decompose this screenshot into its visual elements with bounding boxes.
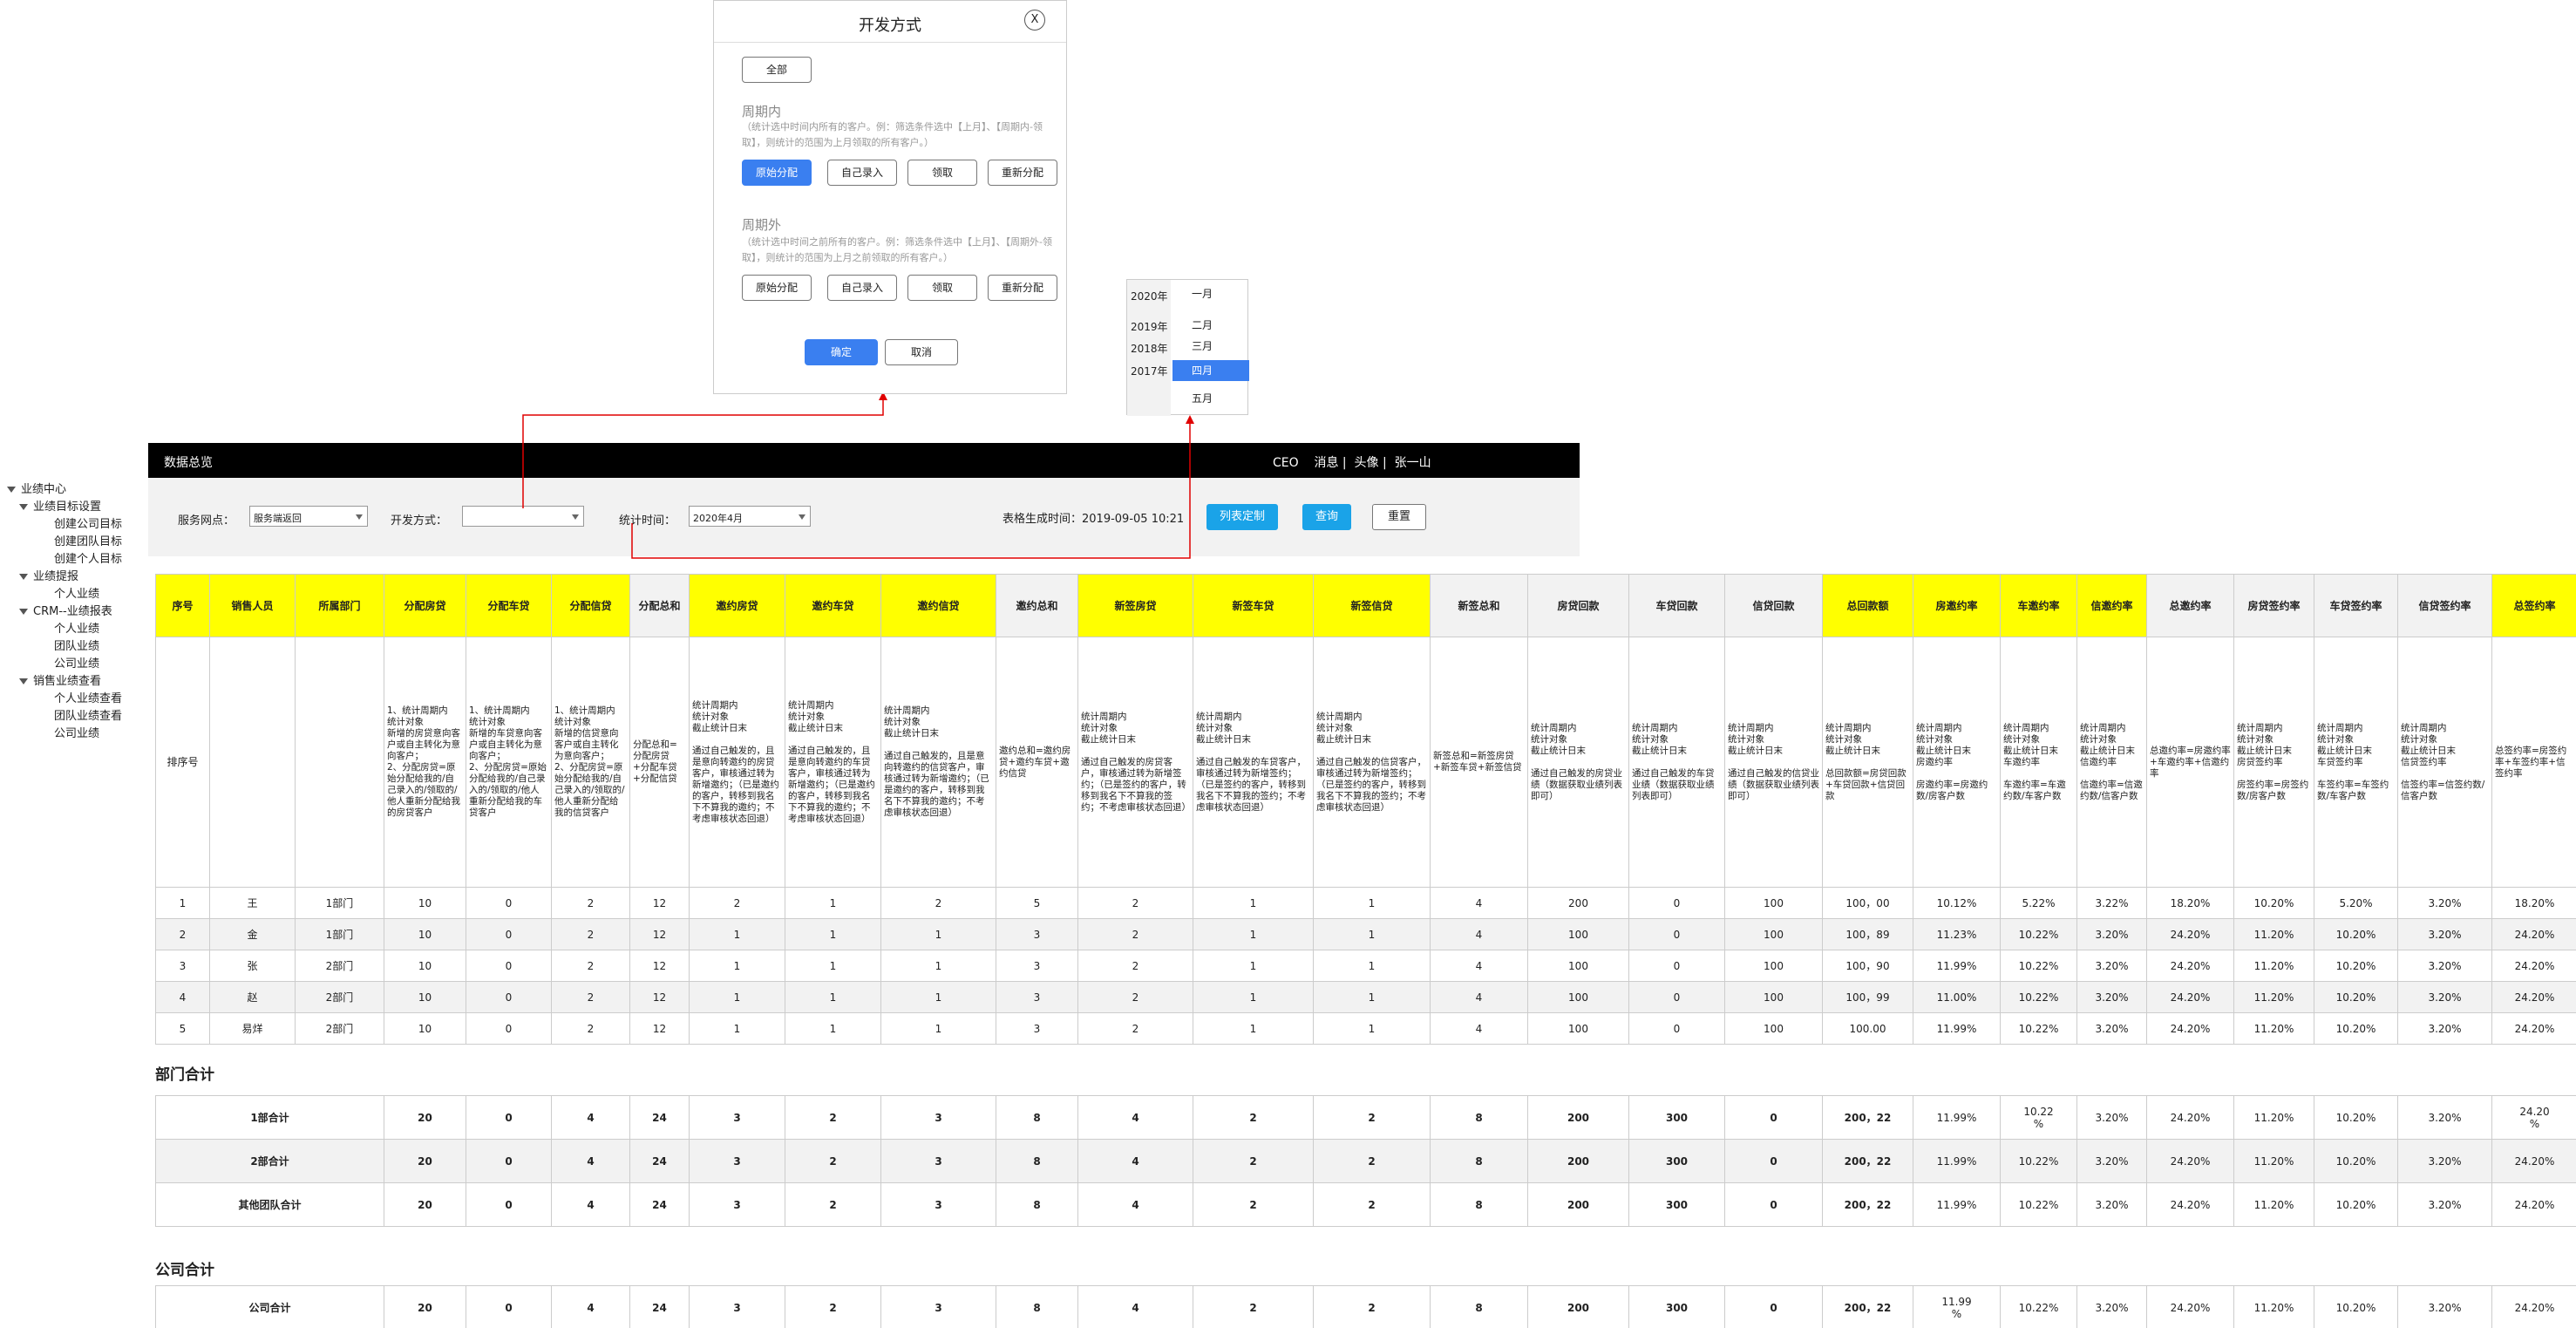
arrow-head-stat-time bbox=[1186, 415, 1194, 424]
month-option-selected[interactable]: 四月 bbox=[1172, 360, 1249, 381]
cancel-button[interactable]: 取消 bbox=[885, 339, 958, 365]
in-period-claim-button[interactable]: 领取 bbox=[907, 160, 977, 186]
out-period-title: 周期外 bbox=[742, 217, 782, 233]
all-button[interactable]: 全部 bbox=[742, 57, 812, 83]
arrow-line-dev-method bbox=[522, 397, 884, 508]
year-option[interactable]: 2018年 bbox=[1131, 341, 1168, 356]
in-period-reassign-button[interactable]: 重新分配 bbox=[988, 160, 1057, 186]
in-period-desc: （统计选中时间内所有的客户。例：筛选条件选中【上月】、【周期内-领取】，则统计的… bbox=[742, 121, 1043, 148]
annotation-arrows bbox=[522, 392, 1194, 559]
year-column: 2020年 2019年 2018年 2017年 bbox=[1127, 280, 1171, 416]
in-period-original-button[interactable]: 原始分配 bbox=[742, 160, 812, 186]
month-option[interactable]: 一月 bbox=[1172, 283, 1249, 304]
out-period-claim-button[interactable]: 领取 bbox=[907, 275, 977, 301]
in-period-self-entry-button[interactable]: 自己录入 bbox=[827, 160, 897, 186]
year-option[interactable]: 2020年 bbox=[1131, 289, 1168, 303]
year-option[interactable]: 2019年 bbox=[1131, 319, 1168, 334]
month-option[interactable]: 三月 bbox=[1172, 336, 1249, 357]
dev-method-dialog: 开发方式 X 全部 周期内 （统计选中时间内所有的客户。例：筛选条件选中【上月】… bbox=[713, 0, 1067, 394]
out-period-reassign-button[interactable]: 重新分配 bbox=[988, 275, 1057, 301]
out-period-self-entry-button[interactable]: 自己录入 bbox=[827, 275, 897, 301]
dialog-title: 开发方式 bbox=[859, 17, 921, 35]
month-option[interactable]: 二月 bbox=[1172, 315, 1249, 336]
arrow-line-stat-time bbox=[631, 420, 1191, 559]
confirm-button[interactable]: 确定 bbox=[805, 339, 878, 365]
dialog-divider bbox=[714, 42, 1066, 43]
year-option[interactable]: 2017年 bbox=[1131, 364, 1168, 378]
month-option[interactable]: 五月 bbox=[1172, 388, 1249, 409]
month-picker: 2020年 2019年 2018年 2017年 一月 二月 三月 四月 五月 bbox=[1126, 279, 1249, 416]
out-period-desc: （统计选中时间之前所有的客户。例：筛选条件选中【上月】、【周期外-领取】，则统计… bbox=[742, 236, 1052, 263]
close-icon[interactable]: X bbox=[1024, 10, 1045, 31]
out-period-original-button[interactable]: 原始分配 bbox=[742, 275, 812, 301]
in-period-title: 周期内 bbox=[742, 104, 782, 119]
